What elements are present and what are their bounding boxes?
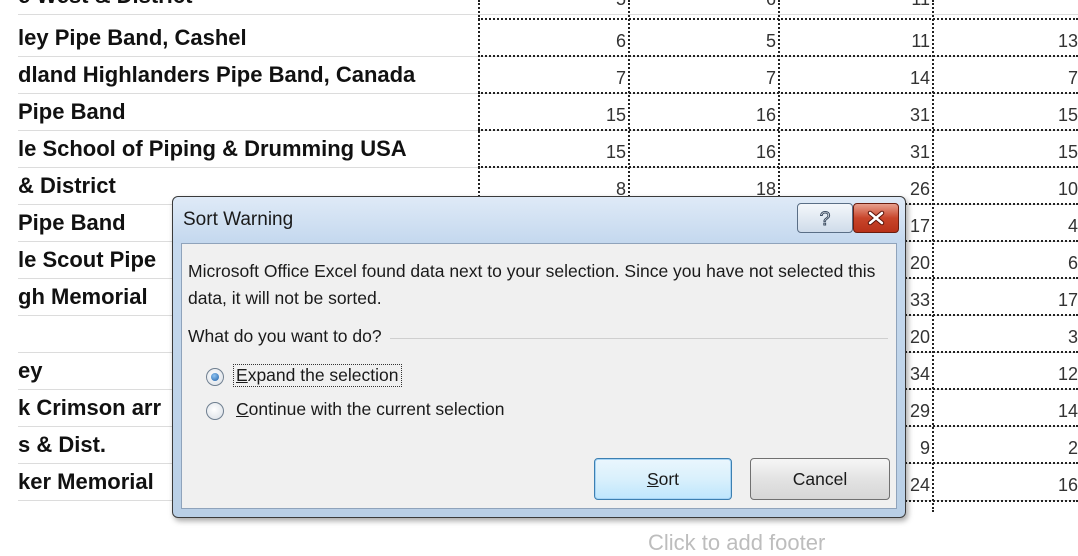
sort-button[interactable]: Sort (594, 458, 732, 500)
value-cell[interactable]: 14 (934, 390, 1078, 426)
value-cell[interactable]: 15 (934, 94, 1078, 130)
value-cell[interactable]: 11 (780, 20, 930, 56)
option-text: xpand the selection (247, 365, 399, 385)
value-cell[interactable]: 16 (630, 94, 776, 130)
value-cell[interactable]: 5 (480, 0, 626, 14)
value-cell[interactable]: 3 (934, 316, 1078, 352)
cancel-button[interactable]: Cancel (750, 458, 890, 500)
value-cell[interactable]: 14 (780, 57, 930, 93)
row-divider (478, 129, 1078, 131)
left-margin (0, 0, 18, 512)
band-name-cell[interactable]: ley Pipe Band, Cashel (18, 20, 478, 56)
value-cell[interactable]: 12 (934, 353, 1078, 389)
band-name-cell[interactable]: le School of Piping & Drumming USA (18, 131, 478, 167)
option-text: ontinue with the current selection (248, 399, 505, 419)
accelerator-key: C (236, 399, 249, 419)
sort-warning-dialog: Sort Warning ? Microsoft Office Excel fo… (172, 196, 906, 518)
accelerator-key: S (646, 469, 659, 489)
band-name-cell[interactable]: Pipe Band (18, 94, 478, 130)
dialog-title: Sort Warning (183, 209, 294, 230)
value-cell[interactable]: 16 (630, 131, 776, 167)
value-cell[interactable]: 5 (630, 20, 776, 56)
table-row[interactable]: ley Pipe Band, Cashel 6 5 11 13 (0, 20, 1078, 57)
close-button[interactable] (853, 203, 899, 233)
band-name-cell[interactable]: e West & District (18, 0, 478, 14)
value-cell[interactable]: 7 (630, 57, 776, 93)
value-cell[interactable]: 16 (934, 464, 1078, 500)
dialog-titlebar[interactable]: Sort Warning ? (173, 197, 905, 243)
value-cell[interactable]: 4 (934, 205, 1078, 241)
value-cell[interactable]: 31 (780, 94, 930, 130)
dialog-body: Microsoft Office Excel found data next t… (181, 243, 897, 509)
value-cell[interactable]: 7 (480, 57, 626, 93)
value-cell[interactable]: 6 (630, 0, 776, 14)
band-name-cell[interactable]: dland Highlanders Pipe Band, Canada (18, 57, 478, 93)
column-divider (932, 0, 934, 512)
continue-selection-label[interactable]: Continue with the current selection (236, 399, 504, 420)
value-cell[interactable]: 10 (934, 168, 1078, 204)
accelerator-key: E (236, 365, 248, 385)
value-cell[interactable]: 11 (780, 0, 930, 14)
expand-selection-radio[interactable] (206, 368, 224, 386)
svg-text:?: ? (820, 209, 831, 229)
row-divider (478, 166, 1078, 168)
expand-selection-label[interactable]: Expand the selection (233, 364, 402, 387)
table-row[interactable]: Pipe Band 15 16 31 15 (0, 94, 1078, 131)
table-row[interactable]: e West & District 5 6 11 (0, 0, 1078, 15)
value-cell[interactable]: 15 (934, 131, 1078, 167)
close-x-icon (867, 210, 885, 226)
table-row[interactable]: dland Highlanders Pipe Band, Canada 7 7 … (0, 57, 1078, 94)
value-cell[interactable]: 13 (934, 20, 1078, 56)
value-cell[interactable]: 6 (480, 20, 626, 56)
row-divider (478, 18, 1078, 20)
sort-button-label: ort (658, 469, 680, 489)
row-divider (478, 92, 1078, 94)
value-cell[interactable]: 31 (780, 131, 930, 167)
warning-message: Microsoft Office Excel found data next t… (188, 261, 876, 308)
table-row[interactable]: le School of Piping & Drumming USA 15 16… (0, 131, 1078, 168)
help-button[interactable]: ? (797, 203, 853, 233)
question-mark-icon: ? (819, 209, 831, 230)
footer-placeholder[interactable]: Click to add footer (648, 530, 825, 556)
question-label: What do you want to do? (188, 326, 390, 347)
continue-selection-radio[interactable] (206, 402, 224, 420)
value-cell[interactable]: 6 (934, 242, 1078, 278)
value-cell[interactable]: 7 (934, 57, 1078, 93)
value-cell[interactable]: 15 (480, 94, 626, 130)
value-cell[interactable]: 2 (934, 427, 1078, 463)
value-cell[interactable]: 17 (934, 279, 1078, 315)
value-cell[interactable]: 15 (480, 131, 626, 167)
row-divider (478, 55, 1078, 57)
